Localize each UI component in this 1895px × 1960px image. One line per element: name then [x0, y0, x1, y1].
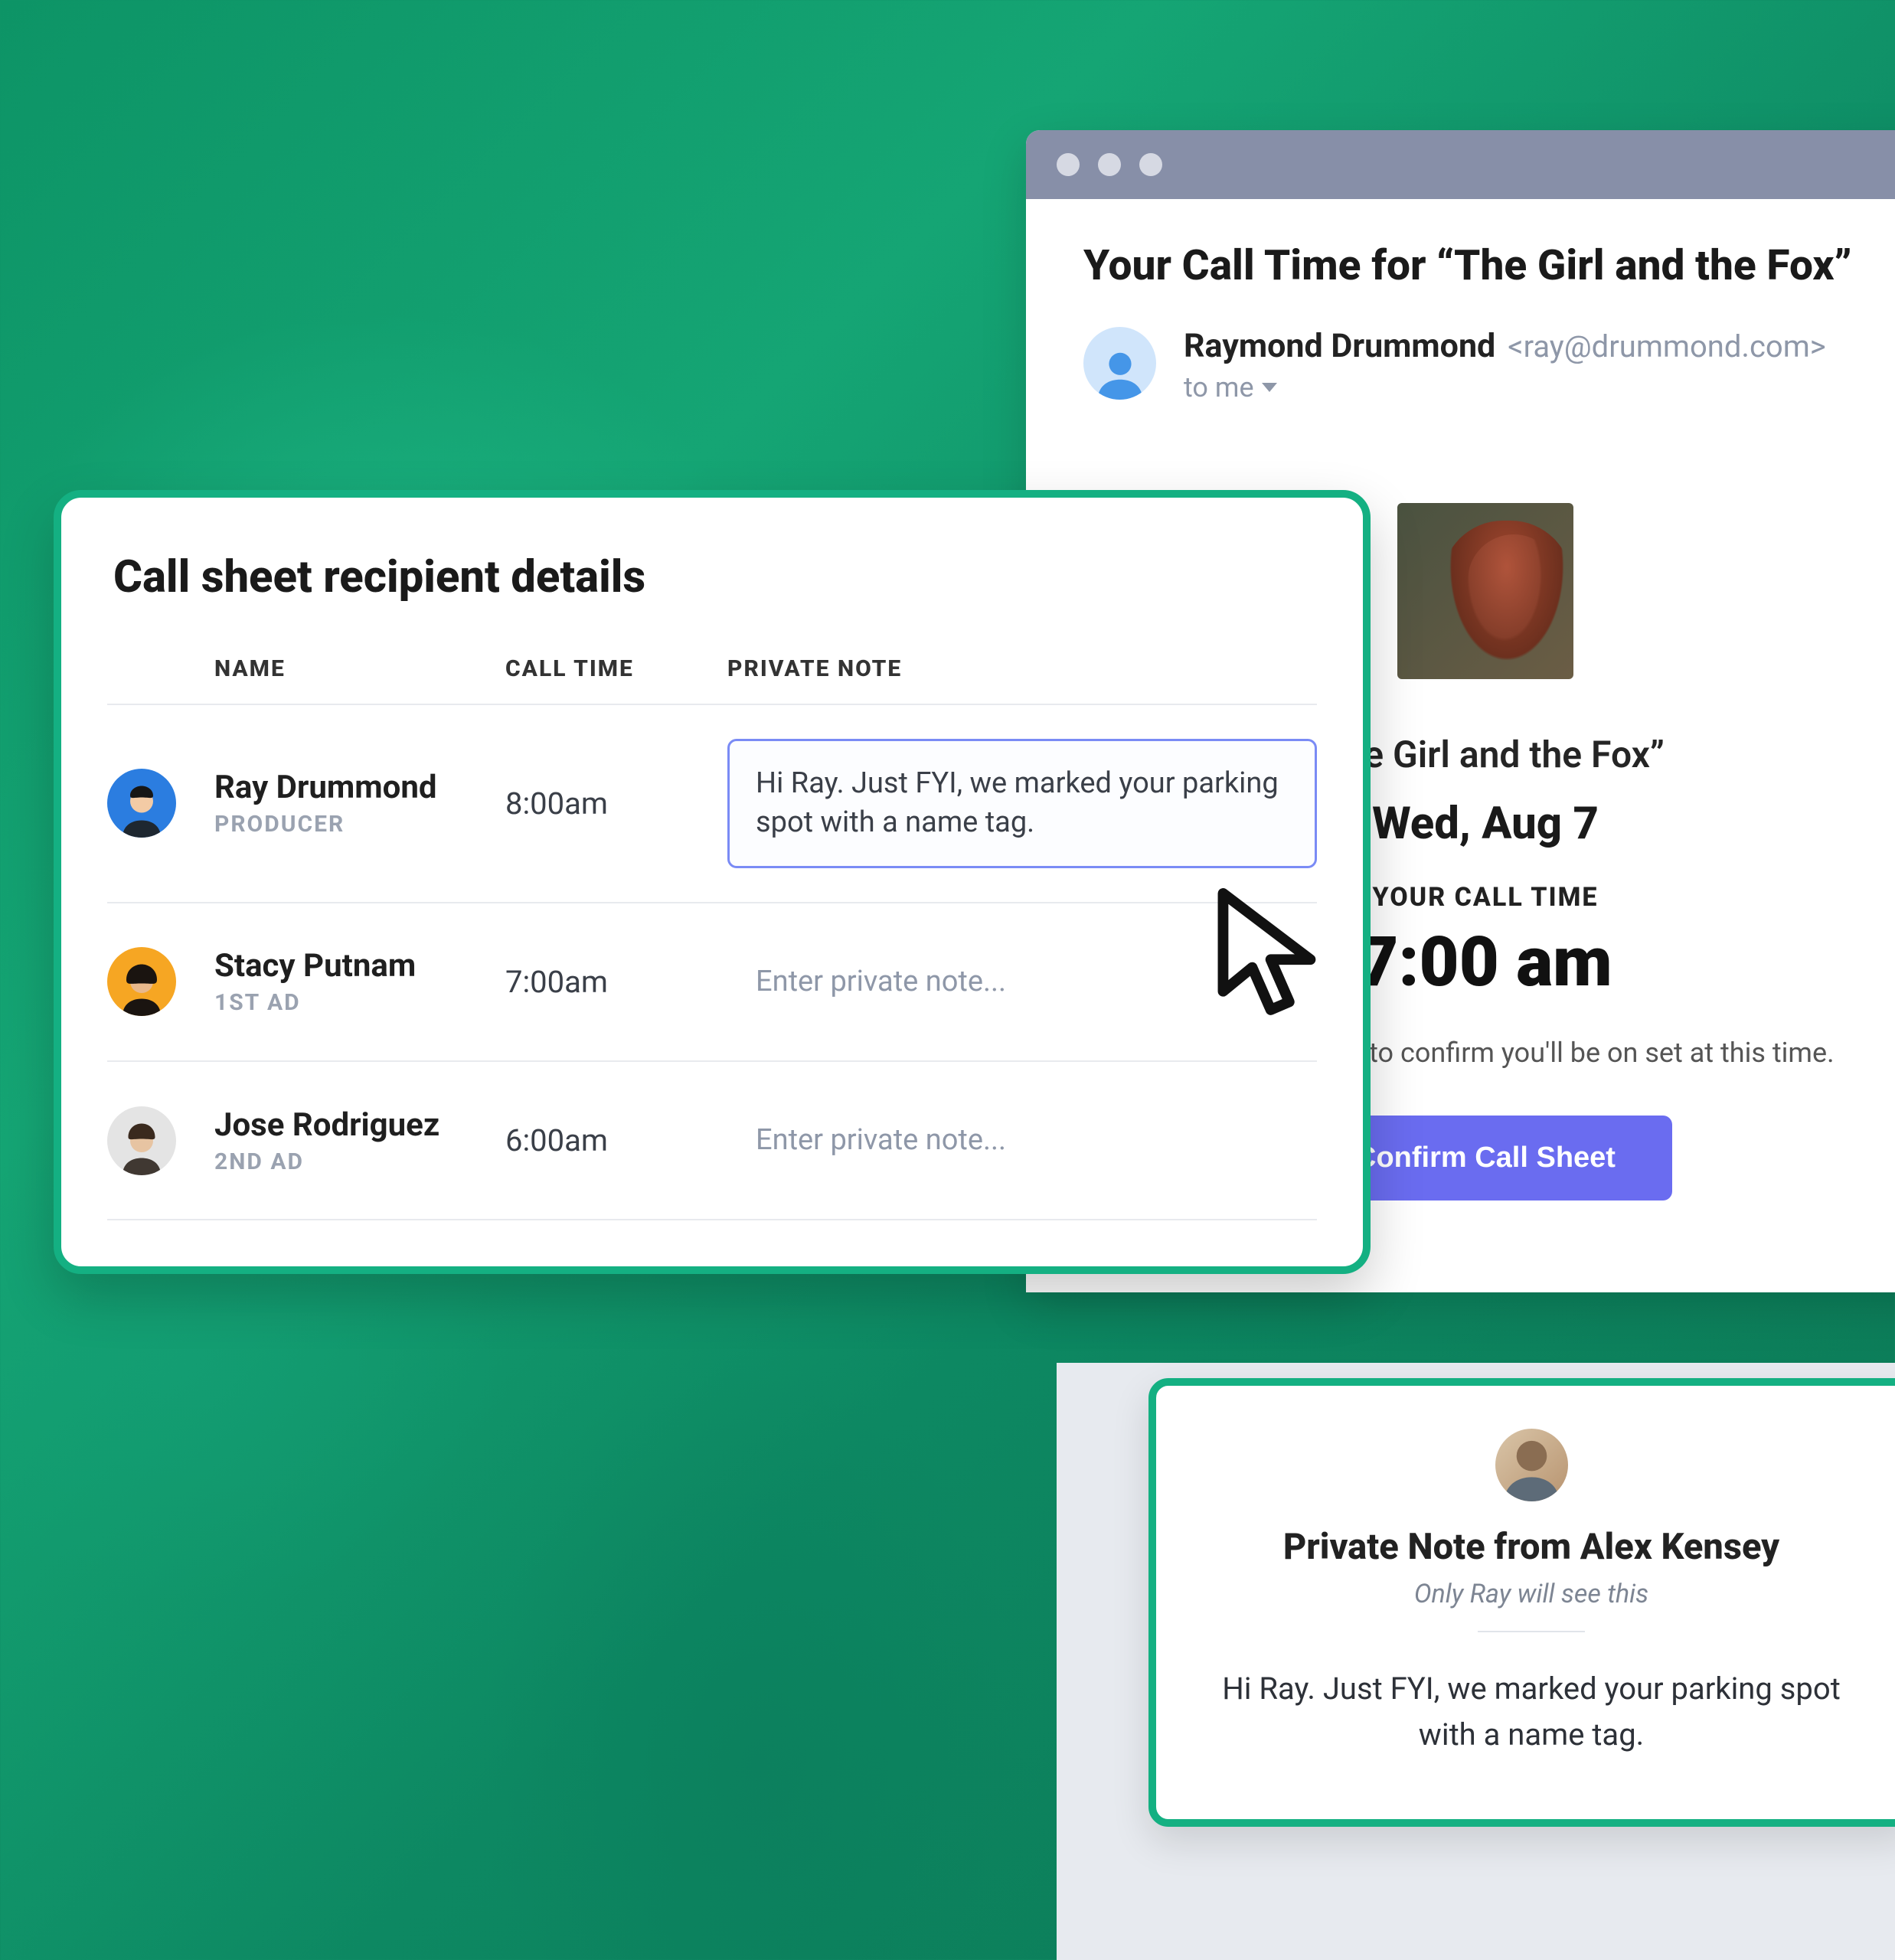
recipient-role: 2ND AD — [214, 1148, 505, 1175]
sender-email: <ray@drummond.com> — [1508, 328, 1826, 364]
col-call-time: CALL TIME — [505, 655, 727, 682]
person-icon — [1495, 1429, 1568, 1501]
private-note-input[interactable]: Enter private note... — [727, 1096, 1317, 1185]
recipient-call-time: 7:00am — [505, 964, 727, 1000]
recipient-name: Ray Drummond — [214, 769, 505, 806]
recipient-role: 1ST AD — [214, 989, 505, 1016]
person-icon — [119, 1122, 165, 1175]
table-row: Ray Drummond PRODUCER 8:00am Hi Ray. Jus… — [107, 705, 1317, 903]
cursor-icon — [1210, 888, 1348, 1034]
email-subject: Your Call Time for “The Girl and the Fox… — [1083, 241, 1887, 290]
recipient-name: Jose Rodriguez — [214, 1106, 505, 1144]
col-name: NAME — [214, 655, 505, 682]
avatar — [107, 947, 176, 1016]
recipients-title: Call sheet recipient details — [107, 551, 1317, 603]
recipients-card: Call sheet recipient details NAME CALL T… — [54, 490, 1371, 1274]
email-sender-row: Raymond Drummond <ray@drummond.com> to m… — [1083, 327, 1887, 403]
recipient-line[interactable]: to me — [1184, 371, 1887, 403]
private-note-subtitle: Only Ray will see this — [1210, 1579, 1853, 1609]
recipient-name: Stacy Putnam — [214, 947, 505, 985]
traffic-light-close[interactable] — [1057, 153, 1080, 176]
private-note-input[interactable]: Hi Ray. Just FYI, we marked your parking… — [727, 739, 1317, 868]
table-row: Stacy Putnam 1ST AD 7:00am Enter private… — [107, 903, 1317, 1062]
col-private-note: PRIVATE NOTE — [727, 655, 1317, 682]
traffic-light-minimize[interactable] — [1098, 153, 1121, 176]
avatar — [107, 769, 176, 838]
recipient-call-time: 8:00am — [505, 786, 727, 822]
person-icon — [1093, 346, 1147, 400]
sender-name: Raymond Drummond — [1184, 327, 1495, 365]
recipient-label: to me — [1184, 371, 1254, 403]
private-note-card: Private Note from Alex Kensey Only Ray w… — [1148, 1378, 1895, 1827]
table-header: NAME CALL TIME PRIVATE NOTE — [107, 640, 1317, 705]
note-author-avatar — [1495, 1429, 1568, 1501]
sender-avatar — [1083, 327, 1156, 400]
traffic-light-zoom[interactable] — [1139, 153, 1162, 176]
recipient-call-time: 6:00am — [505, 1122, 727, 1158]
recipient-role: PRODUCER — [214, 811, 505, 838]
person-icon — [119, 784, 165, 838]
chevron-down-icon — [1262, 383, 1277, 392]
table-row: Jose Rodriguez 2ND AD 6:00am Enter priva… — [107, 1062, 1317, 1220]
avatar — [107, 1106, 176, 1175]
window-titlebar — [1026, 130, 1895, 199]
private-note-title: Private Note from Alex Kensey — [1210, 1526, 1853, 1568]
recipients-table: NAME CALL TIME PRIVATE NOTE Ray Drummond… — [107, 640, 1317, 1220]
person-icon — [119, 962, 165, 1016]
movie-poster — [1397, 503, 1573, 679]
divider — [1478, 1631, 1585, 1632]
private-note-body: Hi Ray. Just FYI, we marked your parking… — [1210, 1666, 1853, 1758]
